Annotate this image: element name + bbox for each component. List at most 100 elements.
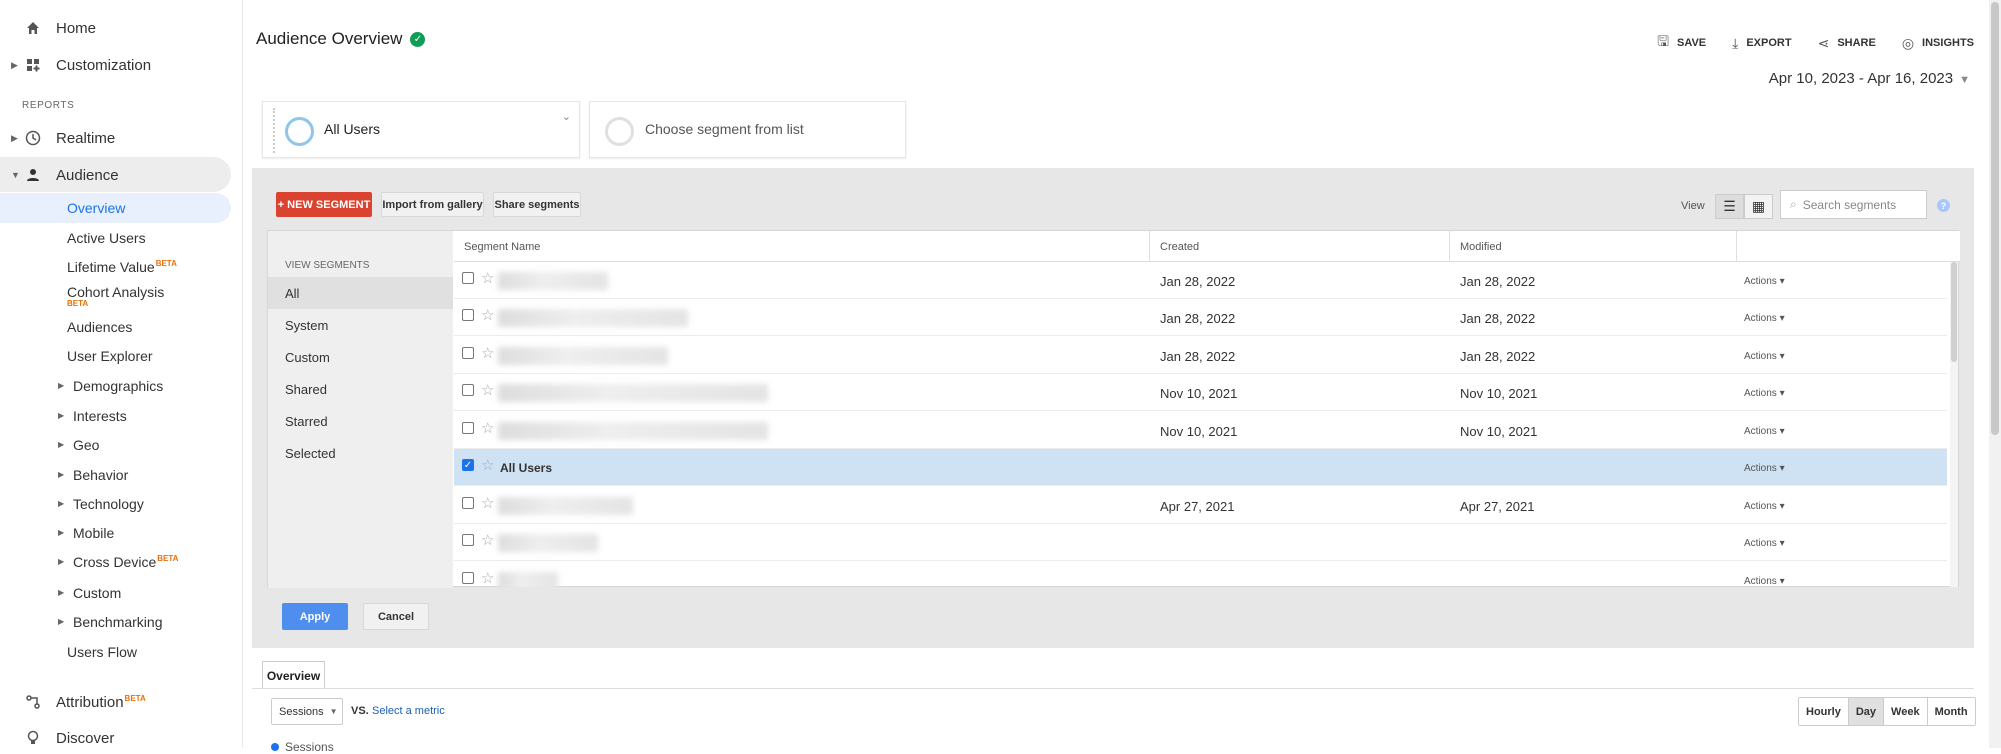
filter-selected[interactable]: Selected [268,437,453,469]
nav-attribution[interactable]: AttributionBETA [0,684,242,720]
date-range-picker[interactable]: Apr 10, 2023 - Apr 16, 2023 ▼ [1769,70,1970,87]
granularity-hourly[interactable]: Hourly [1799,698,1849,725]
nav-discover[interactable]: Discover [0,720,242,748]
nav-demographics[interactable]: ▶ Demographics [58,378,163,394]
new-segment-button[interactable]: + NEW SEGMENT [276,192,372,217]
row-checkbox[interactable] [462,534,474,546]
segment-choose[interactable]: Choose segment from list [589,101,906,158]
share-segments-button[interactable]: Share segments [493,192,581,217]
nav-benchmarking[interactable]: ▶ Benchmarking [58,614,163,630]
nav-user-explorer[interactable]: User Explorer [67,348,153,364]
row-checkbox[interactable] [462,572,474,584]
filter-custom[interactable]: Custom [268,341,453,373]
export-icon: ⤓ [1732,34,1739,51]
star-icon[interactable]: ☆ [481,381,494,399]
chevron-down-icon[interactable]: ⌄ [562,110,571,123]
granularity-week[interactable]: Week [1884,698,1928,725]
nav-users-flow[interactable]: Users Flow [67,644,137,660]
export-button[interactable]: ⤓ EXPORT [1732,31,1791,55]
tab-overview[interactable]: Overview [262,661,325,689]
table-scrollbar[interactable] [1950,262,1958,587]
beta-badge: BETA [124,693,146,703]
row-actions-menu[interactable]: Actions ▾ [1744,501,1785,512]
row-actions-menu[interactable]: Actions ▾ [1744,463,1785,474]
list-view-icon[interactable]: ☰ [1715,194,1744,219]
star-icon[interactable]: ☆ [481,494,494,512]
row-checkbox[interactable] [462,309,474,321]
nav-audiences[interactable]: Audiences [67,319,132,335]
nav-mobile[interactable]: ▶ Mobile [58,525,114,541]
share-button[interactable]: ⋖ SHARE [1818,31,1876,55]
col-created[interactable]: Created [1160,241,1199,253]
metric-select[interactable]: Sessions ▼ [271,698,343,725]
cancel-button[interactable]: Cancel [363,603,429,630]
nav-realtime[interactable]: ▶ Realtime [0,120,242,156]
nav-geo[interactable]: ▶ Geo [58,437,99,453]
star-icon[interactable]: ☆ [481,269,494,287]
table-row[interactable]: ☆ Actions ▾ [454,562,1947,587]
nav-behavior[interactable]: ▶ Behavior [58,467,128,483]
page-scrollbar[interactable] [1989,0,2001,748]
row-checkbox[interactable] [462,497,474,509]
table-row[interactable]: ☆ Jan 28, 2022 Jan 28, 2022 Actions ▾ [454,262,1947,299]
row-actions-menu[interactable]: Actions ▾ [1744,276,1785,287]
nav-audience-label: Audience [56,166,119,184]
row-actions-menu[interactable]: Actions ▾ [1744,351,1785,362]
star-icon[interactable]: ☆ [481,531,494,549]
row-checkbox[interactable] [462,384,474,396]
nav-audience[interactable]: ▼ Audience [0,157,242,193]
star-icon[interactable]: ☆ [481,419,494,437]
row-actions-menu[interactable]: Actions ▾ [1744,388,1785,399]
table-row[interactable]: ☆ Jan 28, 2022 Jan 28, 2022 Actions ▾ [454,337,1947,374]
row-checkbox-checked[interactable]: ✓ [462,459,474,471]
star-icon[interactable]: ☆ [481,456,494,474]
star-icon[interactable]: ☆ [481,306,494,324]
nav-active-users[interactable]: Active Users [67,230,146,246]
import-from-gallery-button[interactable]: Import from gallery [381,192,484,217]
nav-cross-device[interactable]: ▶ Cross DeviceBETA [58,554,178,570]
row-actions-menu[interactable]: Actions ▾ [1744,576,1785,587]
drag-handle-icon[interactable] [273,108,276,153]
table-row[interactable]: ☆ Actions ▾ [454,524,1947,561]
table-row[interactable]: ☆ Apr 27, 2021 Apr 27, 2021 Actions ▾ [454,487,1947,524]
nav-interests[interactable]: ▶ Interests [58,408,127,424]
page-scrollbar-thumb[interactable] [1991,2,1999,435]
star-icon[interactable]: ☆ [481,344,494,362]
row-checkbox[interactable] [462,347,474,359]
table-row-selected[interactable]: ✓ ☆ All Users Actions ▾ [454,449,1947,486]
row-checkbox[interactable] [462,422,474,434]
insights-button[interactable]: ◎ INSIGHTS [1902,31,1974,55]
apply-button[interactable]: Apply [282,603,348,630]
row-checkbox[interactable] [462,272,474,284]
filter-all[interactable]: All [268,277,453,309]
nav-lifetime-value[interactable]: Lifetime ValueBETA [67,259,177,275]
nav-technology[interactable]: ▶ Technology [58,496,144,512]
granularity-day[interactable]: Day [1848,698,1885,725]
search-segments-input[interactable]: ⌕ Search segments [1780,190,1927,219]
row-actions-menu[interactable]: Actions ▾ [1744,426,1785,437]
filter-system[interactable]: System [268,309,453,341]
grid-view-icon[interactable]: ▦ [1744,194,1773,219]
table-row[interactable]: ☆ Nov 10, 2021 Nov 10, 2021 Actions ▾ [454,412,1947,449]
row-actions-menu[interactable]: Actions ▾ [1744,313,1785,324]
help-icon[interactable]: ? [1937,199,1950,212]
filter-shared[interactable]: Shared [268,373,453,405]
save-button[interactable]: 🖫 SAVE [1657,31,1706,55]
star-icon[interactable]: ☆ [481,569,494,587]
nav-cohort-analysis[interactable]: Cohort Analysis [67,284,164,300]
row-actions-menu[interactable]: Actions ▾ [1744,538,1785,549]
main-content: Audience Overview ✓ 🖫 SAVE ⤓ EXPORT ⋖ SHARE… [252,0,1976,754]
nav-custom[interactable]: ▶ Custom [58,585,121,601]
scrollbar-thumb[interactable] [1951,262,1957,362]
col-modified[interactable]: Modified [1460,241,1502,253]
table-row[interactable]: ☆ Jan 28, 2022 Jan 28, 2022 Actions ▾ [454,299,1947,336]
segment-all-users[interactable]: All Users ⌄ [262,101,580,158]
nav-home[interactable]: Home [0,10,242,46]
nav-customization[interactable]: ▶ Customization [0,47,242,83]
select-metric-link[interactable]: Select a metric [372,705,445,717]
table-row[interactable]: ☆ Nov 10, 2021 Nov 10, 2021 Actions ▾ [454,374,1947,411]
nav-overview[interactable]: Overview [67,200,125,216]
filter-starred[interactable]: Starred [268,405,453,437]
granularity-month[interactable]: Month [1927,698,1975,725]
col-segment-name[interactable]: Segment Name [464,241,540,253]
